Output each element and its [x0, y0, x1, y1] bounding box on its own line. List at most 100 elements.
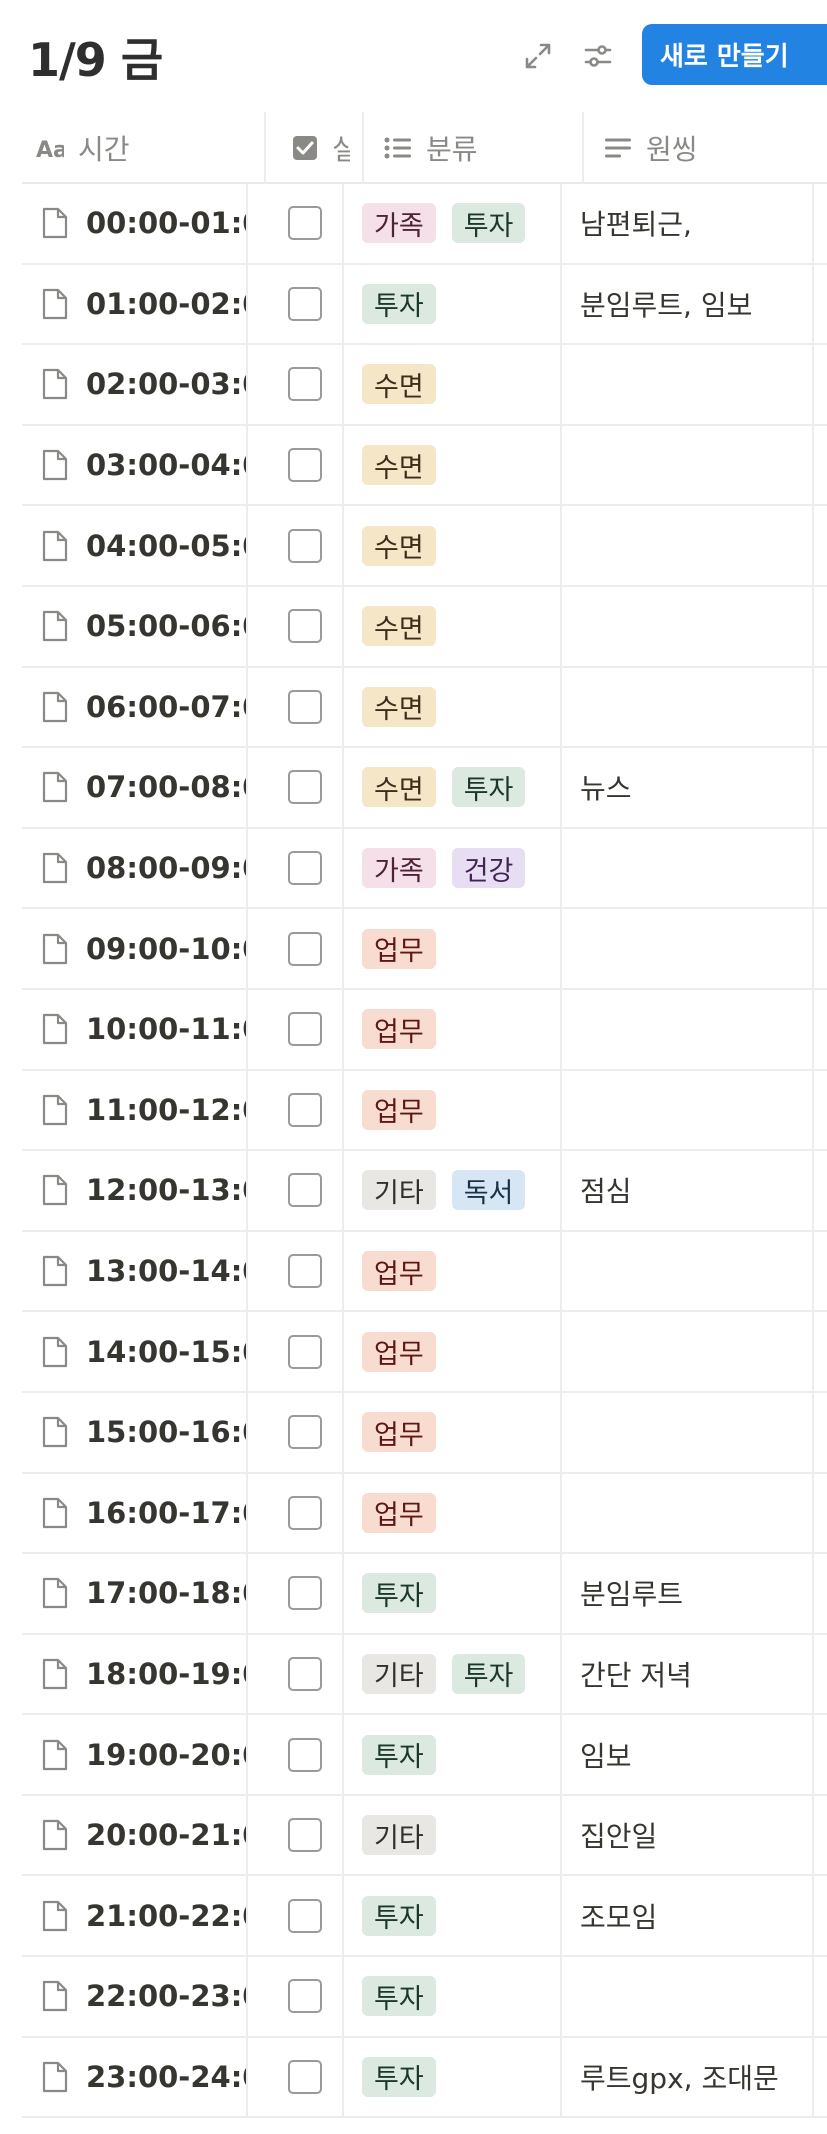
category-cell[interactable]: 투자 — [342, 1957, 560, 2036]
note-cell[interactable]: 간단 저녁 — [560, 1634, 814, 1714]
category-cell[interactable]: 업무 — [342, 1070, 560, 1150]
checkbox[interactable] — [288, 448, 322, 483]
time-cell[interactable]: 04:00-05:00 — [22, 506, 246, 585]
checkbox[interactable] — [288, 286, 322, 321]
checkbox[interactable] — [288, 1334, 322, 1369]
checkbox[interactable] — [288, 528, 322, 563]
category-cell[interactable]: 투자 — [342, 2037, 560, 2117]
category-cell[interactable]: 업무 — [342, 1231, 560, 1311]
note-cell[interactable] — [560, 828, 814, 908]
checkbox[interactable] — [288, 770, 322, 805]
time-cell[interactable]: 12:00-13:00 — [22, 1151, 246, 1230]
table-row[interactable]: 14:00-15:00 업무 — [22, 1312, 827, 1393]
note-cell[interactable]: 점심 — [560, 1151, 814, 1230]
note-cell[interactable]: 루트gpx, 조대문 — [560, 2037, 814, 2117]
checkbox[interactable] — [288, 851, 322, 886]
table-row[interactable]: 22:00-23:00 투자 — [22, 1957, 827, 2038]
checkbox[interactable] — [288, 206, 322, 241]
table-row[interactable]: 13:00-14:00 업무 — [22, 1231, 827, 1313]
checkbox[interactable] — [288, 1818, 322, 1853]
column-header-name[interactable]: Aa 시간 — [36, 112, 256, 184]
checkbox[interactable] — [288, 1898, 322, 1933]
time-cell[interactable]: 00:00-01:00 — [22, 184, 246, 263]
time-cell[interactable]: 09:00-10:00 — [22, 909, 246, 988]
time-cell[interactable]: 15:00-16:00 — [22, 1393, 246, 1472]
category-cell[interactable]: 업무 — [342, 1473, 560, 1553]
note-cell[interactable]: 집안일 — [560, 1795, 814, 1875]
table-row[interactable]: 18:00-19:00 기타 투자 간단 저녁 — [22, 1634, 827, 1716]
category-cell[interactable]: 가족 건강 — [342, 828, 560, 908]
note-cell[interactable] — [560, 1312, 814, 1391]
table-row[interactable]: 04:00-05:00 수면 — [22, 506, 827, 587]
category-cell[interactable]: 수면 투자 — [342, 748, 560, 827]
table-row[interactable]: 05:00-06:00 수면 — [22, 586, 827, 668]
checkbox[interactable] — [288, 1576, 322, 1611]
note-cell[interactable] — [560, 345, 814, 424]
table-row[interactable]: 06:00-07:00 수면 — [22, 667, 827, 749]
note-cell[interactable] — [560, 1070, 814, 1150]
checkbox[interactable] — [288, 367, 322, 402]
table-row[interactable]: 23:00-24:00 투자 루트gpx, 조대문 — [22, 2037, 827, 2119]
category-cell[interactable]: 기타 투자 — [342, 1634, 560, 1714]
note-cell[interactable]: 조모임 — [560, 1876, 814, 1956]
checkbox[interactable] — [288, 1254, 322, 1289]
category-cell[interactable]: 가족 투자 — [342, 184, 560, 263]
category-cell[interactable]: 투자 — [342, 1876, 560, 1956]
time-cell[interactable]: 07:00-08:00 — [22, 748, 246, 827]
time-cell[interactable]: 17:00-18:00 — [22, 1554, 246, 1633]
table-row[interactable]: 21:00-22:00 투자 조모임 — [22, 1876, 827, 1958]
checkbox[interactable] — [288, 931, 322, 966]
table-row[interactable]: 12:00-13:00 기타 독서 점심 — [22, 1151, 827, 1232]
category-cell[interactable]: 수면 — [342, 667, 560, 747]
table-row[interactable]: 10:00-11:00 업무 — [22, 989, 827, 1071]
table-row[interactable]: 11:00-12:00 업무 — [22, 1070, 827, 1152]
note-cell[interactable] — [560, 909, 814, 988]
time-cell[interactable]: 11:00-12:00 — [22, 1071, 246, 1150]
checkbox[interactable] — [288, 1415, 322, 1450]
checkbox[interactable] — [288, 1173, 322, 1208]
category-cell[interactable]: 업무 — [342, 909, 560, 988]
time-cell[interactable]: 03:00-04:00 — [22, 426, 246, 505]
table-row[interactable]: 19:00-20:00 투자 임보 — [22, 1715, 827, 1796]
time-cell[interactable]: 21:00-22:00 — [22, 1876, 246, 1955]
note-cell[interactable] — [560, 1957, 814, 2036]
note-cell[interactable]: 분임루트, 임보 — [560, 264, 814, 344]
note-cell[interactable] — [560, 586, 814, 666]
note-cell[interactable] — [560, 425, 814, 505]
table-row[interactable]: 03:00-04:00 수면 — [22, 425, 827, 507]
column-header-note[interactable]: 원씽 — [582, 112, 827, 184]
note-cell[interactable] — [560, 1231, 814, 1311]
checkbox[interactable] — [288, 1495, 322, 1530]
category-cell[interactable]: 수면 — [342, 425, 560, 505]
time-cell[interactable]: 19:00-20:00 — [22, 1715, 246, 1794]
time-cell[interactable]: 08:00-09:00 — [22, 829, 246, 908]
category-cell[interactable]: 수면 — [342, 506, 560, 585]
table-row[interactable]: 15:00-16:00 업무 — [22, 1392, 827, 1474]
category-cell[interactable]: 투자 — [342, 264, 560, 344]
table-row[interactable]: 02:00-03:00 수면 — [22, 345, 827, 426]
table-row[interactable]: 08:00-09:00 가족 건강 — [22, 828, 827, 910]
category-cell[interactable]: 기타 — [342, 1795, 560, 1875]
note-cell[interactable] — [560, 667, 814, 747]
category-cell[interactable]: 투자 — [342, 1554, 560, 1633]
checkbox[interactable] — [288, 1979, 322, 2014]
table-row[interactable]: 09:00-10:00 업무 — [22, 909, 827, 990]
note-cell[interactable] — [560, 506, 814, 585]
column-header-category[interactable]: 분류 — [362, 112, 580, 184]
note-cell[interactable] — [560, 1392, 814, 1472]
category-cell[interactable]: 업무 — [342, 989, 560, 1069]
time-cell[interactable]: 18:00-19:00 — [22, 1635, 246, 1714]
checkbox[interactable] — [288, 1656, 322, 1691]
time-cell[interactable]: 14:00-15:00 — [22, 1312, 246, 1391]
checkbox[interactable] — [288, 1092, 322, 1127]
time-cell[interactable]: 22:00-23:00 — [22, 1957, 246, 2036]
time-cell[interactable]: 20:00-21:00 — [22, 1796, 246, 1875]
checkbox[interactable] — [288, 609, 322, 644]
category-cell[interactable]: 투자 — [342, 1715, 560, 1794]
checkbox[interactable] — [288, 1737, 322, 1772]
checkbox[interactable] — [288, 1012, 322, 1047]
checkbox[interactable] — [288, 2059, 322, 2094]
new-button[interactable]: 새로 만들기 — [642, 24, 827, 85]
time-cell[interactable]: 05:00-06:00 — [22, 587, 246, 666]
category-cell[interactable]: 업무 — [342, 1312, 560, 1391]
